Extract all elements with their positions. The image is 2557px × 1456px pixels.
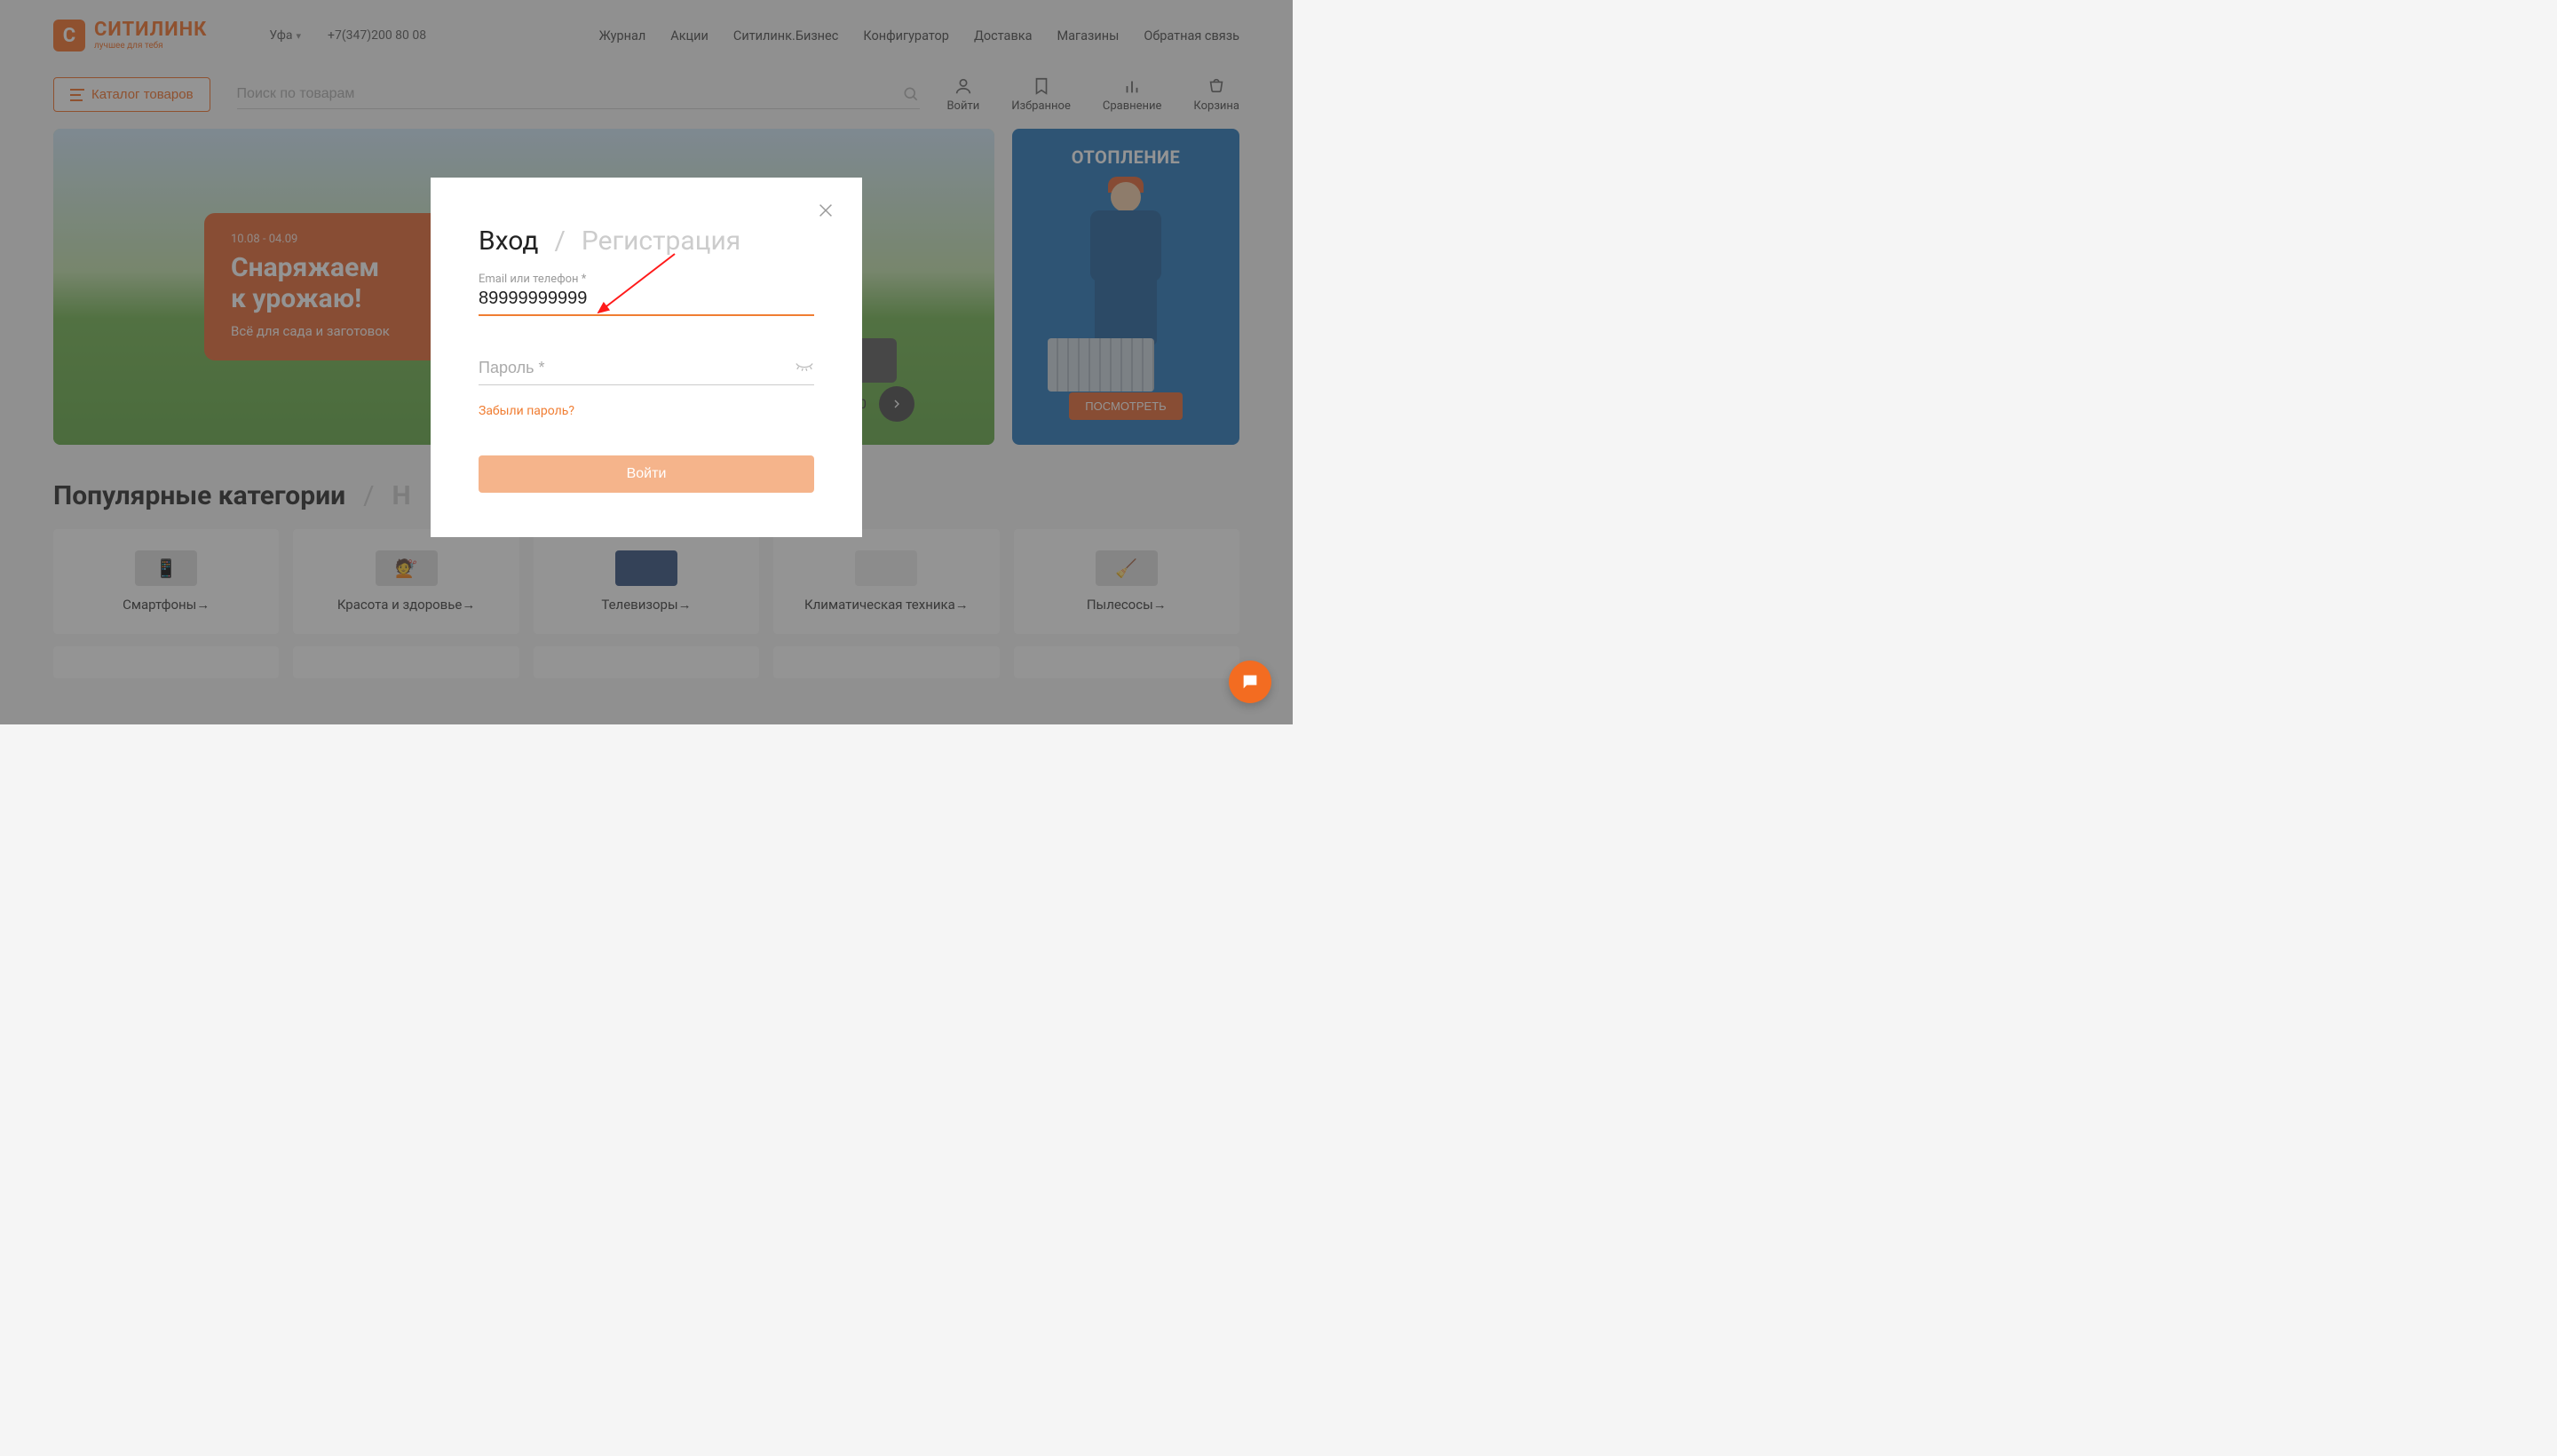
forgot-password-link[interactable]: Забыли пароль? — [479, 404, 574, 418]
email-field-wrap: Email или телефон * — [479, 287, 814, 316]
close-button[interactable] — [816, 201, 835, 220]
email-field[interactable] — [479, 287, 814, 316]
tab-register[interactable]: Регистрация — [582, 226, 740, 257]
tab-login[interactable]: Вход — [479, 226, 538, 257]
close-icon — [816, 201, 835, 220]
email-label: Email или телефон * — [479, 273, 586, 286]
password-field-wrap — [479, 355, 814, 385]
modal-tabs: Вход / Регистрация — [479, 226, 814, 257]
login-modal: Вход / Регистрация Email или телефон * З… — [431, 178, 862, 537]
password-field[interactable] — [479, 355, 814, 385]
login-submit-button[interactable]: Войти — [479, 455, 814, 493]
chat-icon — [1240, 672, 1260, 692]
eye-closed-icon[interactable] — [795, 360, 814, 376]
chat-button[interactable] — [1229, 661, 1271, 703]
tab-sep: / — [554, 226, 565, 257]
